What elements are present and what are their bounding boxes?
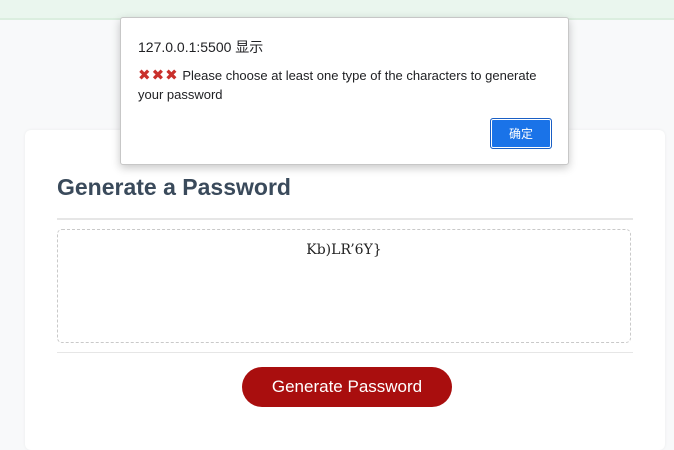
password-card: Generate a Password Kb)LR’6Y} Generate P… [25, 130, 665, 450]
dialog-message-block: ✖✖✖ Please choose at least one type of t… [138, 66, 538, 104]
dialog-origin: 127.0.0.1:5500 显示 [138, 39, 264, 55]
ok-button[interactable]: 确定 [490, 118, 552, 149]
divider [57, 352, 633, 353]
dialog-message: Please choose at least one type of the c… [138, 68, 537, 102]
alert-dialog: 127.0.0.1:5500 显示 ✖✖✖ Please choose at l… [120, 17, 569, 165]
generate-password-button[interactable]: Generate Password [242, 367, 452, 407]
password-textarea[interactable]: Kb)LR’6Y} [57, 229, 631, 343]
divider [57, 218, 633, 220]
password-value: Kb)LR’6Y} [306, 242, 382, 258]
card-title: Generate a Password [57, 174, 291, 200]
cross-mark-icon: ✖✖✖ [138, 67, 179, 84]
